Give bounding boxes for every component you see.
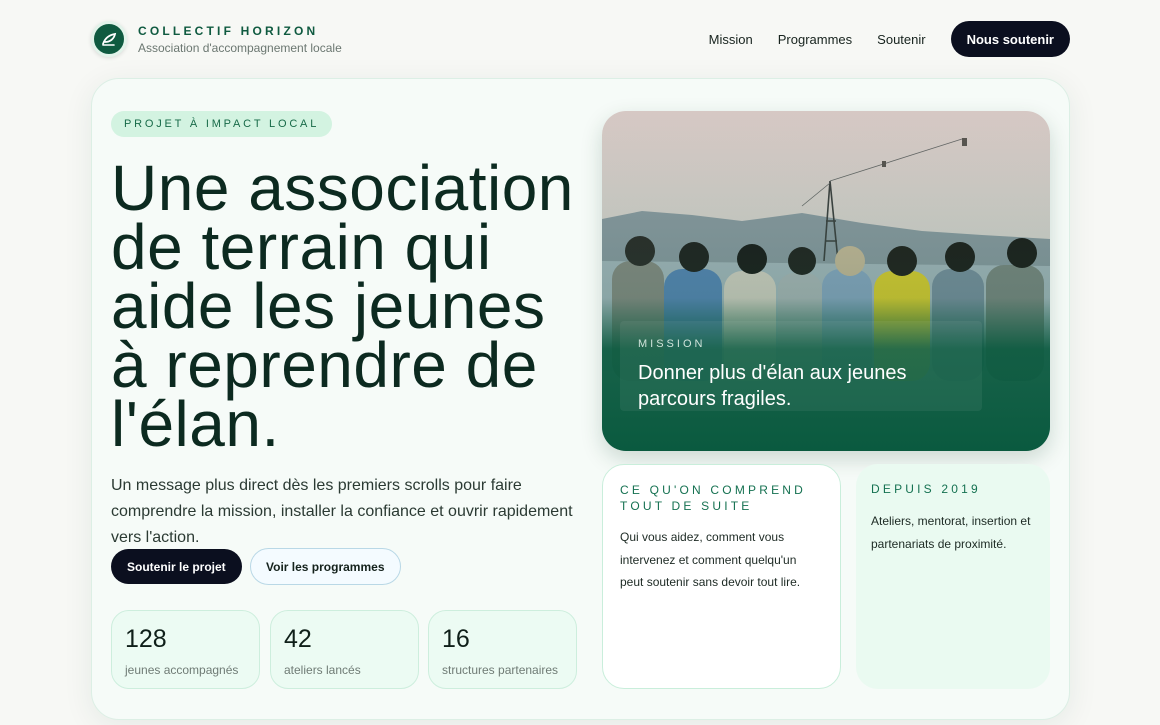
hero-title: Une association de terrain qui aide les …	[111, 152, 574, 460]
understand-body: Qui vous aidez, comment vous intervenez …	[620, 530, 801, 589]
since-body: Ateliers, mentorat, insertion et partena…	[871, 514, 1031, 551]
support-project-button[interactable]: Soutenir le projet	[111, 549, 242, 584]
nav-link-soutenir[interactable]: Soutenir	[877, 32, 925, 47]
understand-card: CE QU'ON COMPREND TOUT DE SUITE Qui vous…	[602, 464, 841, 689]
mission-statement: Donner plus d'élan aux jeunes parcours f…	[638, 362, 907, 410]
stat-value: 42	[284, 625, 312, 653]
stat-label: ateliers lancés	[284, 663, 361, 677]
stat-label: structures partenaires	[442, 663, 559, 677]
nav-link-mission[interactable]: Mission	[709, 32, 753, 47]
mission-kicker: MISSION	[638, 338, 706, 350]
brand-name: COLLECTIF HORIZON	[138, 23, 319, 38]
hero-lede: Un message plus direct dès les premiers …	[111, 477, 573, 546]
stat-value: 128	[125, 625, 167, 653]
since-kicker: DEPUIS 2019	[871, 482, 981, 496]
stat-card-youth: 128 jeunes accompagnés	[111, 610, 260, 689]
view-programs-button[interactable]: Voir les programmes	[250, 548, 401, 585]
stat-value: 16	[442, 625, 470, 653]
main-nav: Mission Programmes Soutenir Nous souteni…	[709, 21, 1070, 57]
since-card: DEPUIS 2019 Ateliers, mentorat, insertio…	[856, 464, 1050, 689]
stat-card-workshops: 42 ateliers lancés	[270, 610, 419, 689]
nav-support-button[interactable]: Nous soutenir	[950, 21, 1070, 57]
stat-card-partners: 16 structures partenaires	[428, 610, 577, 689]
mission-photo-panel: MISSION Donner plus d'élan aux jeunes pa…	[602, 111, 1050, 451]
mission-caption: MISSION Donner plus d'élan aux jeunes pa…	[620, 321, 982, 411]
impact-badge: PROJET À IMPACT LOCAL	[111, 111, 333, 137]
leaf-icon	[91, 21, 127, 57]
hero-card: PROJET À IMPACT LOCAL Une association de…	[91, 78, 1070, 720]
brand-tagline: Association d'accompagnement locale	[138, 40, 342, 55]
brand[interactable]: COLLECTIF HORIZON Association d'accompag…	[91, 21, 342, 57]
site-header: COLLECTIF HORIZON Association d'accompag…	[91, 18, 1070, 60]
nav-link-programmes[interactable]: Programmes	[778, 32, 852, 47]
understand-kicker: CE QU'ON COMPREND TOUT DE SUITE	[620, 483, 807, 513]
stat-label: jeunes accompagnés	[125, 663, 239, 677]
